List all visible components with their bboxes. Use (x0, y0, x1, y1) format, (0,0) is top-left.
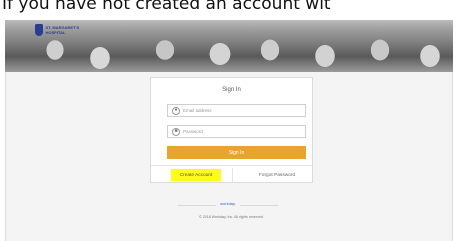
instruction-caption: If you have not created an account wit (2, 0, 331, 14)
footer-divider (232, 168, 233, 182)
password-field[interactable]: ■ (167, 125, 306, 138)
password-input[interactable] (183, 129, 303, 134)
create-account-link[interactable]: Create Account (171, 169, 221, 181)
hero-banner: ST. MARGARET'S HOSPITAL (5, 20, 453, 72)
shield-icon (35, 24, 43, 36)
email-input[interactable] (183, 108, 303, 113)
footer-rule-right (240, 205, 278, 206)
email-field[interactable]: ● (167, 104, 306, 117)
signin-footer: Create Account Forgot Password (151, 165, 312, 183)
workday-logo: workday. (220, 201, 236, 206)
user-icon: ● (172, 106, 180, 115)
logo-text: ST. MARGARET'S HOSPITAL (45, 25, 80, 35)
footer-rule-left (178, 205, 216, 206)
copyright-text: © 2018 Workday, Inc. All rights reserved… (199, 215, 264, 219)
signin-panel: Sign In ● ■ Sign In Create Account Forgo… (150, 77, 313, 183)
signin-button[interactable]: Sign In (167, 146, 306, 159)
hospital-logo: ST. MARGARET'S HOSPITAL (35, 22, 91, 38)
forgot-password-link[interactable]: Forgot Password (249, 169, 305, 181)
signin-title: Sign In (222, 87, 241, 93)
lock-icon: ■ (172, 127, 180, 136)
